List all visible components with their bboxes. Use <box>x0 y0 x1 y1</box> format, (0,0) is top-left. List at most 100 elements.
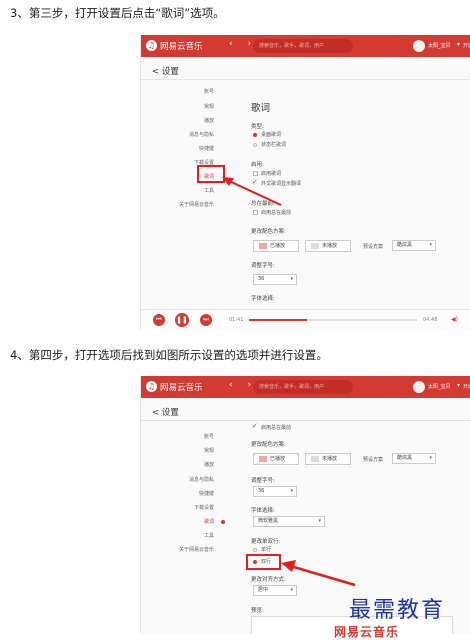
vip-link[interactable]: 开通 <box>463 383 470 390</box>
font-select-label: 字体选择: <box>251 508 275 514</box>
previous-icon[interactable]: ⏮ <box>153 314 165 326</box>
option-always-on-top[interactable]: 启用总在最前 <box>261 424 291 431</box>
unplayed-label: 未播放 <box>322 243 338 249</box>
chevron-down-icon: ▾ <box>290 276 293 282</box>
font-size-select[interactable]: 36 ▾ <box>253 486 297 497</box>
radio-menubar[interactable] <box>253 143 257 147</box>
avatar[interactable] <box>413 381 425 393</box>
sidebar-item-privacy[interactable]: 消息与隐私 <box>144 476 214 483</box>
next-icon[interactable]: ⏭ <box>200 314 212 326</box>
divider <box>141 79 470 80</box>
lyrics-heading: 歌词 <box>251 103 271 114</box>
sidebar-item-download[interactable]: 下载设置 <box>144 504 214 511</box>
preview-logo: 网易云音乐 <box>334 625 400 639</box>
sidebar-item-tools[interactable]: 工具 <box>144 187 214 194</box>
check-icon[interactable]: ✓ <box>252 179 258 186</box>
netease-logo-icon: ♫ <box>146 381 157 392</box>
font-size-value: 36 <box>258 276 265 282</box>
settings-title[interactable]: < 设置 <box>152 406 179 418</box>
sidebar-item-about[interactable]: 关于网易云音乐 <box>144 546 214 553</box>
sidebar-item-shortcuts[interactable]: 快捷键 <box>144 490 214 497</box>
unplayed-color-button[interactable]: 未播放 <box>305 453 351 465</box>
played-color-button[interactable]: 已播放 <box>253 240 299 252</box>
title-bar: ♫ 网易云音乐 ‹ › 搜索音乐，歌手，歌词，用户 太阳_宝贝 ▾ 开通 <box>141 35 470 57</box>
time-total: 04:48 <box>423 317 438 323</box>
sidebar-item-playback[interactable]: 播放 <box>144 117 214 124</box>
active-indicator <box>221 520 225 524</box>
avatar[interactable] <box>413 40 425 52</box>
sidebar-item-general[interactable]: 常规 <box>144 103 214 110</box>
align-select[interactable]: 居中 ▾ <box>253 585 297 596</box>
color-swatch <box>311 455 319 462</box>
align-value: 居中 <box>258 587 269 593</box>
search-input[interactable]: 搜索音乐，歌手，歌词，用户 <box>253 380 353 394</box>
volume-icon[interactable]: ◀) <box>451 316 458 323</box>
sidebar-item-lyrics[interactable]: 歌词 <box>144 518 214 525</box>
chevron-down-icon[interactable]: ▾ <box>457 41 460 48</box>
sidebar-item-general[interactable]: 常规 <box>144 447 214 454</box>
unplayed-color-button[interactable]: 未播放 <box>305 240 351 252</box>
check-icon[interactable]: ✓ <box>252 423 258 430</box>
pause-icon[interactable]: ❚❚ <box>175 313 189 327</box>
color-swatch <box>311 242 319 249</box>
radio-single-line[interactable] <box>253 548 257 552</box>
preset-label: 预设方案 <box>363 457 384 463</box>
option-enable-lyrics[interactable]: 启用歌词 <box>261 170 281 177</box>
time-current: 01:41 <box>229 317 244 323</box>
highlight-box <box>246 554 281 570</box>
unplayed-label: 未播放 <box>322 456 338 462</box>
option-menubar-lyrics[interactable]: 状态栏歌词 <box>261 141 286 148</box>
option-single-line[interactable]: 单行 <box>261 546 271 553</box>
font-size-label: 调整字号: <box>251 478 275 484</box>
font-select[interactable]: 微软雅黑 ▾ <box>253 516 325 527</box>
option-desktop-lyrics[interactable]: 桌面歌词 <box>261 131 281 138</box>
option-always-on-top[interactable]: 启用总在最前 <box>261 209 291 216</box>
radio-desktop[interactable] <box>253 133 257 137</box>
color-swatch <box>259 455 267 462</box>
highlight-box <box>197 165 225 183</box>
preset-select[interactable]: 酷炫黑 ▾ <box>392 453 436 464</box>
sidebar-item-playback[interactable]: 播放 <box>144 461 214 468</box>
divider <box>141 420 470 421</box>
font-select-label: 字体选择: <box>251 296 275 302</box>
app-name: 网易云音乐 <box>160 42 203 52</box>
sidebar-item-privacy[interactable]: 消息与隐私 <box>144 131 214 138</box>
search-input[interactable]: 搜索音乐，歌手，歌词，用户 <box>253 39 353 53</box>
lines-label: 更改单双行: <box>251 539 281 545</box>
preset-label: 预设方案 <box>363 244 384 250</box>
sidebar-item-account[interactable]: 账号 <box>144 433 214 440</box>
chevron-down-icon: ▾ <box>290 488 293 494</box>
username[interactable]: 太阳_宝贝 <box>428 383 451 390</box>
app-name: 网易云音乐 <box>160 383 203 393</box>
font-size-select[interactable]: 36 ▾ <box>253 274 297 285</box>
sidebar-item-shortcuts[interactable]: 快捷键 <box>144 145 214 152</box>
sidebar-item-about[interactable]: 关于网易云音乐 <box>144 201 214 208</box>
preset-value: 酷炫黑 <box>397 242 413 248</box>
vip-link[interactable]: 开通 <box>463 42 470 49</box>
played-label: 已播放 <box>270 456 286 462</box>
font-size-value: 36 <box>258 488 265 494</box>
checkbox-enable-lyrics[interactable] <box>253 171 258 176</box>
settings-title[interactable]: < 设置 <box>152 65 179 77</box>
sidebar-item-tools[interactable]: 工具 <box>144 532 214 539</box>
color-swatch <box>259 242 267 249</box>
chevron-down-icon: ▾ <box>429 455 432 461</box>
checkbox-always-on-top[interactable] <box>253 210 258 215</box>
always-on-top-label: 总在最前: <box>251 201 275 207</box>
chevron-down-icon: ▾ <box>429 242 432 248</box>
font-value: 微软雅黑 <box>258 518 279 524</box>
color-scheme-label: 更改配色方案: <box>251 229 286 235</box>
chevron-down-icon: ▾ <box>290 587 293 593</box>
option-translate[interactable]: 外文歌词显示翻译 <box>261 180 301 187</box>
played-color-button[interactable]: 已播放 <box>253 453 299 465</box>
step-4-caption: 4、第四步，打开选项后找到如图所示设置的选项并进行设置。 <box>10 348 328 362</box>
chevron-down-icon[interactable]: ▾ <box>457 382 460 389</box>
chevron-down-icon: ▾ <box>318 518 321 524</box>
preview-label: 预览: <box>251 608 264 614</box>
progress-fill <box>249 319 307 321</box>
sidebar-item-account[interactable]: 账号 <box>144 88 214 95</box>
font-size-label: 调整字号: <box>251 263 275 269</box>
netease-logo-icon: ♫ <box>146 40 157 51</box>
username[interactable]: 太阳_宝贝 <box>428 42 451 49</box>
preset-select[interactable]: 酷炫黑 ▾ <box>392 240 436 251</box>
